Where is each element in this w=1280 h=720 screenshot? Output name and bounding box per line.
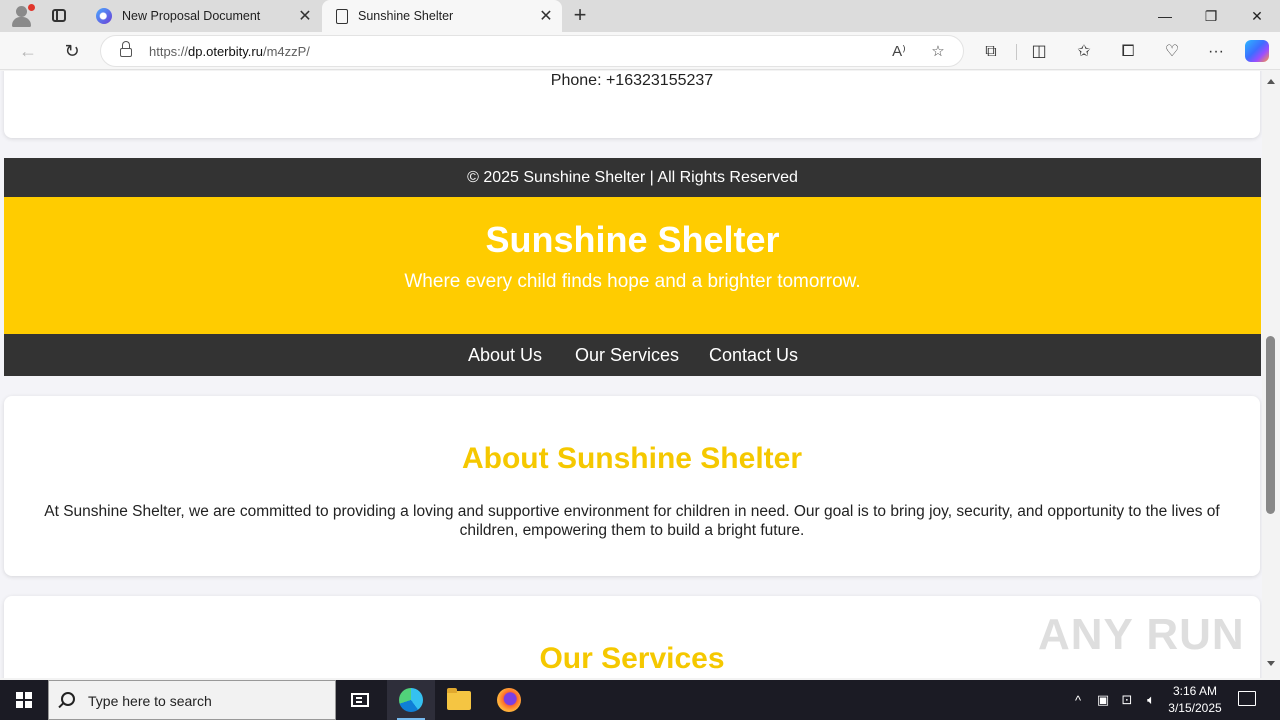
read-aloud-icon[interactable]: A⁾ (889, 42, 909, 62)
task-view-button[interactable] (336, 680, 384, 720)
split-screen-icon[interactable]: ◫ (1028, 41, 1050, 63)
network-icon[interactable]: ⊡ (1117, 680, 1137, 720)
anyrun-watermark: ANY RUN (1038, 610, 1245, 659)
copilot-icon[interactable] (1245, 40, 1269, 62)
site-tagline: Where every child finds hope and a brigh… (404, 271, 861, 292)
minimize-icon[interactable]: — (1142, 0, 1188, 32)
search-icon (61, 692, 75, 706)
nav-link-our-services[interactable]: Our Services (575, 345, 679, 366)
refresh-icon[interactable]: ↻ (60, 39, 84, 63)
tab-new-proposal-document[interactable]: New Proposal Document ✕ (84, 0, 321, 32)
task-view-icon (351, 693, 369, 707)
nav-link-about-us[interactable]: About Us (468, 345, 542, 366)
page-favicon-icon (336, 8, 348, 24)
contact-card: Phone: +16323155237 (4, 71, 1260, 138)
site-title: Sunshine Shelter (485, 219, 780, 260)
tab-close-icon[interactable]: ✕ (534, 6, 558, 26)
back-icon[interactable]: ← (16, 39, 40, 63)
more-options-icon[interactable]: ··· (1205, 41, 1227, 63)
nav-link-contact-us[interactable]: Contact Us (709, 345, 798, 366)
profile-icon[interactable] (8, 4, 36, 28)
tray-device-icon[interactable]: ▣ (1093, 680, 1113, 720)
clock-date: 3/15/2025 (1168, 701, 1222, 715)
taskbar-clock[interactable]: 3:16 AM 3/15/2025 (1160, 683, 1230, 717)
footer-copyright: © 2025 Sunshine Shelter | All Rights Res… (4, 158, 1261, 197)
edge-icon (399, 688, 423, 712)
scroll-down-icon[interactable] (1267, 661, 1275, 666)
address-bar[interactable]: https://dp.oterbity.ru/m4zzP/ A⁾ ☆ (100, 35, 964, 67)
start-button[interactable] (0, 680, 48, 720)
tab-title: Sunshine Shelter (358, 9, 454, 23)
close-window-icon[interactable]: ✕ (1234, 0, 1280, 32)
new-tab-icon[interactable]: + (568, 4, 592, 28)
notifications-icon[interactable] (1238, 691, 1256, 706)
favorites-icon[interactable]: ✩ (1073, 41, 1095, 63)
about-section: About Sunshine Shelter At Sunshine Shelt… (4, 396, 1260, 576)
tab-sunshine-shelter[interactable]: Sunshine Shelter ✕ (322, 0, 562, 32)
about-text: At Sunshine Shelter, we are committed to… (44, 503, 1220, 539)
folder-icon (447, 687, 471, 710)
about-heading: About Sunshine Shelter (461, 442, 803, 475)
taskbar-search[interactable]: Type here to search (48, 680, 336, 720)
windows-logo-icon (16, 692, 32, 708)
restore-icon[interactable]: ❐ (1188, 0, 1234, 32)
tab-favicon-icon (96, 8, 112, 24)
page-viewport: Phone: +16323155237 © 2025 Sunshine Shel… (0, 71, 1262, 678)
scroll-up-icon[interactable] (1267, 79, 1275, 84)
tab-title: New Proposal Document (122, 9, 261, 23)
scroll-thumb[interactable] (1266, 336, 1275, 514)
page-scrollbar[interactable] (1262, 71, 1280, 678)
volume-icon[interactable]: 🔈︎ (1141, 680, 1161, 720)
site-header: Sunshine Shelter Where every child finds… (4, 197, 1261, 334)
site-nav: About Us Our Services Contact Us (4, 334, 1261, 376)
taskbar-edge[interactable] (387, 680, 435, 720)
tab-close-icon[interactable]: ✕ (293, 6, 317, 26)
firefox-icon (497, 688, 521, 712)
lock-icon[interactable] (120, 41, 132, 57)
phone-number: Phone: +16323155237 (550, 72, 714, 89)
url-text[interactable]: https://dp.oterbity.ru/m4zzP/ (149, 44, 310, 59)
taskbar: Type here to search ^ ▣ ⊡ 🔈︎ 3:16 AM 3/1… (0, 680, 1280, 720)
search-placeholder: Type here to search (88, 693, 212, 709)
browser-essentials-icon[interactable]: ♡ (1161, 41, 1183, 63)
clock-time: 3:16 AM (1172, 684, 1218, 698)
collections-icon[interactable]: ⧠ (1117, 41, 1139, 63)
browser-toolbar: ← ↻ https://dp.oterbity.ru/m4zzP/ A⁾ ☆ ⧉… (0, 32, 1280, 70)
taskbar-file-explorer[interactable] (435, 680, 483, 720)
favorite-star-icon[interactable]: ☆ (928, 42, 948, 62)
tab-actions-icon[interactable] (48, 6, 72, 26)
tab-strip: New Proposal Document ✕ Sunshine Shelter… (0, 0, 1280, 32)
tray-overflow-icon[interactable]: ^ (1068, 680, 1088, 720)
taskbar-firefox[interactable] (485, 680, 533, 720)
extensions-icon[interactable]: ⧉ (980, 41, 1002, 63)
